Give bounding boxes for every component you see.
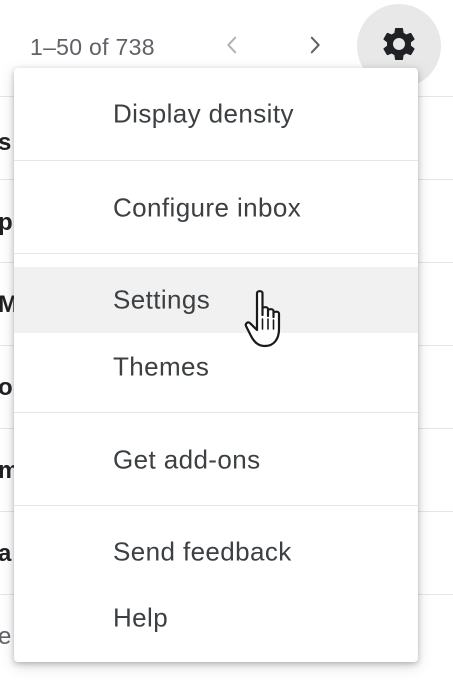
chevron-left-icon (221, 34, 243, 61)
menu-item-label: Themes (113, 351, 210, 382)
menu-item-display-density[interactable]: Display density (14, 81, 418, 147)
menu-divider (14, 253, 418, 254)
menu-item-label: Configure inbox (113, 192, 302, 223)
menu-item-send-feedback[interactable]: Send feedback (14, 519, 418, 585)
settings-menu: Display density Configure inbox Settings… (14, 68, 418, 662)
menu-divider (14, 160, 418, 161)
email-sender: e (0, 623, 12, 650)
pagination-count: 1–50 of 738 (30, 34, 155, 60)
menu-item-help[interactable]: Help (14, 585, 418, 651)
menu-item-label: Send feedback (113, 536, 292, 567)
newer-button[interactable] (298, 30, 332, 64)
email-sender: s (0, 129, 12, 156)
email-sender: p (0, 209, 13, 236)
older-button[interactable] (215, 30, 249, 64)
menu-item-label: Get add-ons (113, 444, 261, 475)
email-sender: o (0, 374, 13, 401)
menu-divider (14, 412, 418, 413)
chevron-right-icon (304, 34, 326, 61)
menu-item-label: Display density (113, 98, 294, 129)
menu-item-themes[interactable]: Themes (14, 334, 418, 400)
menu-item-label: Settings (113, 284, 211, 315)
gear-icon (379, 24, 419, 69)
menu-item-configure-inbox[interactable]: Configure inbox (14, 175, 418, 241)
menu-item-label: Help (113, 602, 169, 633)
menu-item-get-add-ons[interactable]: Get add-ons (14, 427, 418, 493)
menu-divider (14, 505, 418, 506)
menu-item-settings[interactable]: Settings (14, 267, 418, 333)
email-sender: a (0, 540, 12, 567)
